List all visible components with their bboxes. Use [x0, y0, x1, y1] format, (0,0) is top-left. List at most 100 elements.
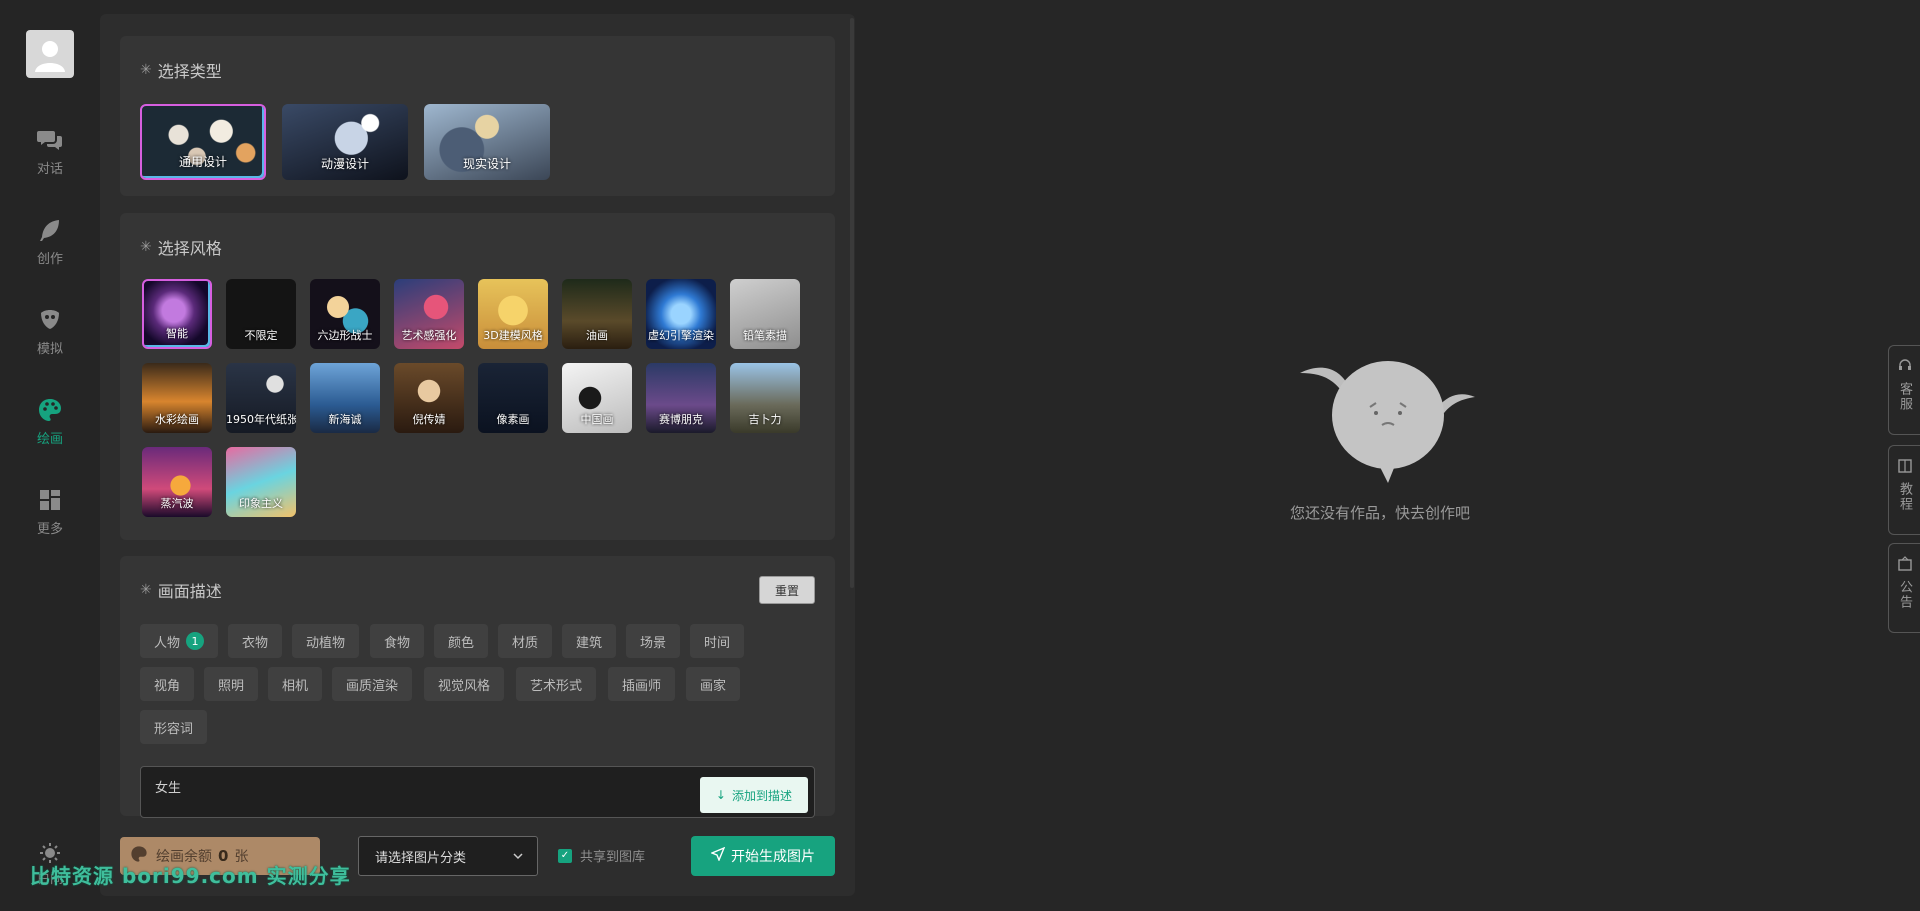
style-option[interactable]: 像素画 — [478, 363, 548, 433]
section-title: ✳ 画面描述 — [140, 582, 222, 601]
chevron-down-icon — [511, 849, 525, 867]
nav-label: 对话 — [36, 162, 63, 177]
notice-icon — [1897, 556, 1913, 576]
style-label: 赛博朋克 — [659, 413, 703, 426]
style-option[interactable]: 中国画 — [562, 363, 632, 433]
style-label: 不限定 — [244, 329, 278, 342]
tag-11[interactable]: 相机 — [268, 667, 323, 701]
style-option[interactable]: 六边形战士 — [310, 279, 380, 349]
tag-13[interactable]: 视觉风格 — [424, 667, 505, 701]
nav-label: 更多 — [36, 522, 63, 537]
style-label: 1950年代纸张 — [226, 413, 296, 426]
tag-1[interactable]: 衣物 — [228, 624, 283, 658]
tag-2[interactable]: 动植物 — [292, 624, 360, 658]
style-label: 铅笔素描 — [743, 329, 787, 342]
type-anime[interactable]: 动漫设计 — [282, 104, 408, 180]
nav-item-simulate[interactable]: 模拟 — [0, 306, 100, 366]
style-option[interactable]: 智能 — [142, 279, 212, 349]
style-option[interactable]: 3D建模风格 — [478, 279, 548, 349]
tag-label: 时间 — [704, 635, 731, 651]
style-option[interactable]: 吉卜力 — [730, 363, 800, 433]
tag-12[interactable]: 画质渲染 — [332, 667, 413, 701]
headset-icon — [1897, 358, 1913, 378]
description-input[interactable]: 女生 ↓ 添加到描述 — [140, 766, 815, 818]
tag-7[interactable]: 场景 — [626, 624, 681, 658]
style-option[interactable]: 不限定 — [226, 279, 296, 349]
share-to-gallery[interactable]: ✓ 共享到图库 — [558, 846, 645, 865]
nav-label: 绘画 — [36, 432, 63, 447]
nav-label: 模拟 — [36, 342, 63, 357]
type-general[interactable]: 通用设计 — [140, 104, 266, 180]
category-select[interactable]: 请选择图片分类 — [358, 836, 538, 876]
tag-label: 材质 — [512, 635, 539, 651]
left-nav: 对话 创作 模拟 绘画 更多 白间 — [0, 0, 100, 911]
reset-button[interactable]: 重置 — [759, 576, 815, 604]
style-option[interactable]: 蒸汽波 — [142, 447, 212, 517]
style-option[interactable]: 艺术感强化 — [394, 279, 464, 349]
style-label: 艺术感强化 — [401, 329, 457, 342]
tag-10[interactable]: 照明 — [204, 667, 259, 701]
add-to-description-button[interactable]: ↓ 添加到描述 — [699, 777, 808, 813]
grid-icon — [36, 486, 64, 514]
section-title: ✳ 选择类型 — [140, 62, 222, 81]
tag-6[interactable]: 建筑 — [562, 624, 617, 658]
panel-scrollbar[interactable] — [850, 18, 854, 588]
style-label: 印象主义 — [239, 497, 283, 510]
tag-label: 颜色 — [448, 635, 475, 651]
style-option[interactable]: 印象主义 — [226, 447, 296, 517]
tag-label: 动植物 — [306, 635, 346, 651]
tag-3[interactable]: 食物 — [370, 624, 425, 658]
tag-label: 食物 — [384, 635, 411, 651]
tag-15[interactable]: 插画师 — [608, 667, 676, 701]
send-icon — [710, 846, 726, 865]
feather-icon — [36, 216, 64, 244]
type-card: ✳ 选择类型 通用设计 动漫设计 现实设计 — [120, 36, 835, 196]
nav-item-chat[interactable]: 对话 — [0, 126, 100, 186]
tutorial-button[interactable]: 教程 — [1888, 445, 1920, 535]
nav-label: 创作 — [36, 252, 63, 267]
section-title: ✳ 选择风格 — [140, 239, 222, 258]
style-option[interactable]: 油画 — [562, 279, 632, 349]
style-label: 像素画 — [496, 413, 530, 426]
style-label: 水彩绘画 — [155, 413, 199, 426]
chat-icon — [36, 126, 64, 154]
style-option[interactable]: 1950年代纸张 — [226, 363, 296, 433]
avatar[interactable] — [26, 30, 74, 78]
style-option[interactable]: 新海诚 — [310, 363, 380, 433]
generate-button[interactable]: 开始生成图片 — [691, 836, 835, 876]
notice-button[interactable]: 公告 — [1888, 543, 1920, 633]
type-realistic[interactable]: 现实设计 — [424, 104, 550, 180]
tag-label: 相机 — [282, 678, 309, 694]
checkbox-checked-icon[interactable]: ✓ — [558, 848, 572, 863]
nav-item-create[interactable]: 创作 — [0, 216, 100, 276]
count-badge: 1 — [186, 632, 205, 650]
palette-icon — [36, 396, 64, 424]
tag-label: 视角 — [154, 678, 181, 694]
tag-17[interactable]: 形容词 — [140, 710, 208, 744]
nav-item-paint[interactable]: 绘画 — [0, 396, 100, 456]
style-label: 3D建模风格 — [483, 329, 543, 342]
customer-service-button[interactable]: 客服 — [1888, 345, 1920, 435]
tag-4[interactable]: 颜色 — [434, 624, 489, 658]
tag-label: 艺术形式 — [530, 678, 583, 694]
style-label: 中国画 — [580, 413, 614, 426]
watermark: 比特资源 bori99.com 实测分享 — [30, 864, 351, 888]
empty-illustration — [1300, 355, 1480, 485]
description-card: ✳ 画面描述 重置 人物 1 衣物 动植物 食物 颜色 材质 建筑 场景 时间视角 照明 相机 画质渲染… — [120, 556, 835, 818]
tag-14[interactable]: 艺术形式 — [516, 667, 597, 701]
tag-5[interactable]: 材质 — [498, 624, 553, 658]
asterisk-icon: ✳ — [140, 62, 152, 78]
tag-16[interactable]: 画家 — [686, 667, 741, 701]
style-option[interactable]: 倪传婧 — [394, 363, 464, 433]
style-option[interactable]: 虚幻引擎渲染 — [646, 279, 716, 349]
tag-label: 照明 — [218, 678, 245, 694]
style-option[interactable]: 水彩绘画 — [142, 363, 212, 433]
tag-0[interactable]: 人物 1 — [140, 624, 219, 658]
tag-9[interactable]: 视角 — [140, 667, 195, 701]
nav-item-more[interactable]: 更多 — [0, 486, 100, 546]
tag-label: 建筑 — [576, 635, 603, 651]
tag-8[interactable]: 时间 — [690, 624, 745, 658]
style-card: ✳ 选择风格 智能 不限定 六边形战士 艺术感强化 3D建模风格 油画 虚幻引擎渲染 铅笔素描… — [120, 213, 835, 540]
style-option[interactable]: 赛博朋克 — [646, 363, 716, 433]
style-option[interactable]: 铅笔素描 — [730, 279, 800, 349]
